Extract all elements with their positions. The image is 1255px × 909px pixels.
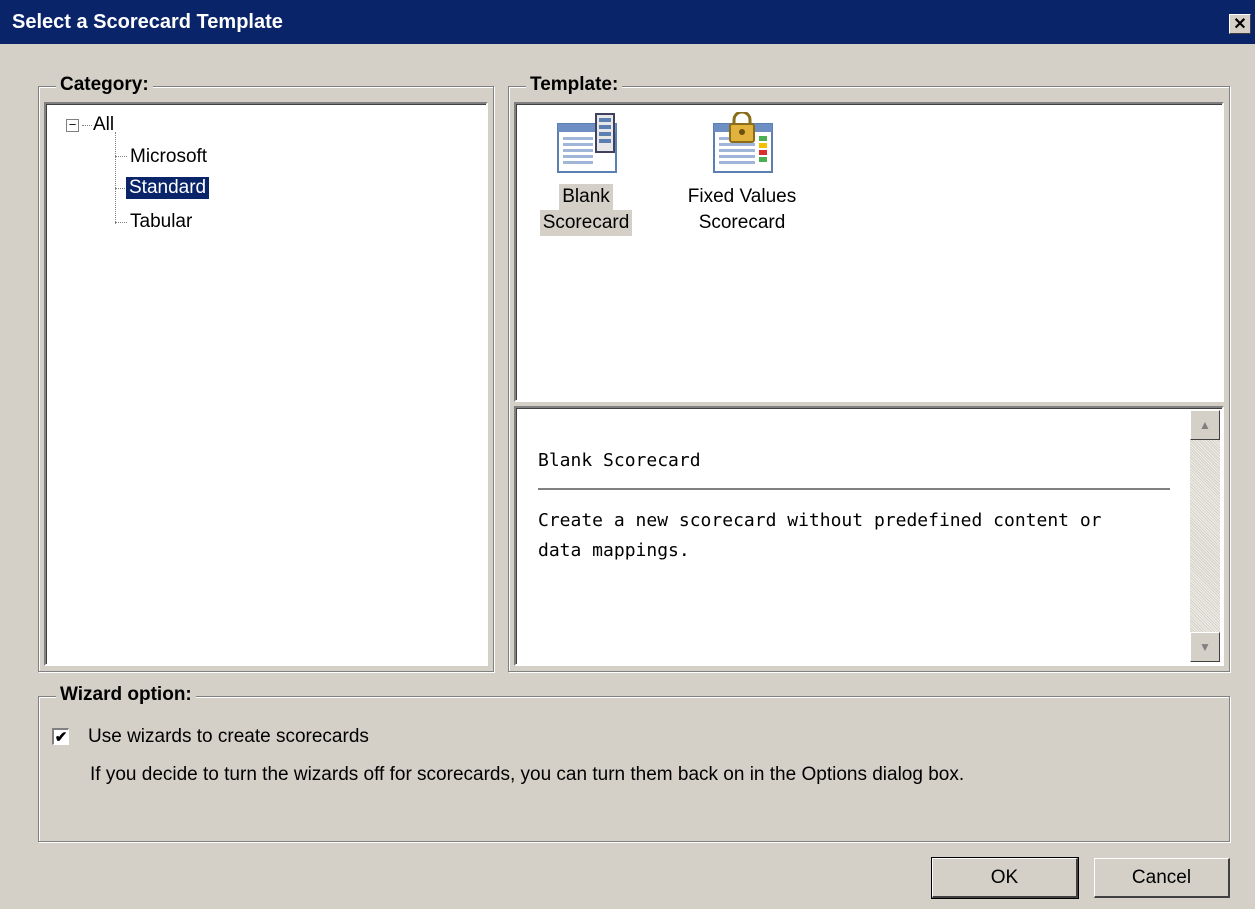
window-title: Select a Scorecard Template (12, 10, 283, 33)
template-item-label: Scorecard (539, 210, 633, 236)
tree-item-microsoft[interactable]: Microsoft (130, 143, 207, 171)
use-wizards-checkbox[interactable]: ✔ (52, 728, 69, 746)
scroll-down-icon: ▼ (1199, 640, 1211, 654)
tree-item-label: All (93, 114, 115, 135)
description-scrollbar[interactable]: ▲ ▼ (1190, 410, 1220, 662)
description-divider (538, 488, 1170, 490)
close-button[interactable]: ✕ (1229, 14, 1251, 34)
description-title: Blank Scorecard (538, 450, 701, 471)
close-icon: ✕ (1233, 16, 1247, 33)
title-bar: Select a Scorecard Template ✕ (0, 0, 1255, 44)
use-wizards-label[interactable]: Use wizards to create scorecards (88, 726, 369, 748)
tree-item-label: Tabular (130, 211, 193, 232)
scroll-up-icon: ▲ (1199, 418, 1211, 432)
wizard-note: If you decide to turn the wizards off fo… (90, 764, 965, 785)
tree-connector (115, 156, 127, 157)
template-item-fixed-values-scorecard[interactable]: Fixed Values Scorecard (684, 110, 800, 236)
description-text-line1: Create a new scorecard without predefine… (538, 510, 1102, 531)
tree-item-label: Microsoft (130, 146, 208, 167)
template-list[interactable]: Blank Scorecard Fixed Values Scorecard (514, 102, 1224, 402)
tree-connector (115, 132, 116, 224)
tree-item-all[interactable]: − All (66, 111, 114, 139)
ok-button[interactable]: OK (931, 857, 1079, 899)
template-item-label: Scorecard (698, 212, 786, 233)
blank-scorecard-icon (557, 113, 617, 173)
category-tree[interactable]: − All Microsoft Standard Tabular (44, 102, 488, 666)
tree-item-label: Standard (126, 177, 210, 199)
category-legend: Category: (56, 74, 153, 96)
tree-connector (115, 222, 127, 223)
template-legend: Template: (526, 74, 623, 96)
template-item-label: Blank (559, 184, 613, 210)
template-item-label: Fixed Values (687, 186, 797, 207)
wizard-legend: Wizard option: (56, 684, 196, 706)
checkmark-icon: ✔ (54, 729, 68, 746)
description-text-line2: data mappings. (538, 540, 690, 561)
collapse-icon[interactable]: − (66, 118, 79, 132)
scroll-down-button[interactable]: ▼ (1190, 632, 1220, 662)
template-description-panel: Blank Scorecard Create a new scorecard w… (514, 406, 1224, 666)
scroll-up-button[interactable]: ▲ (1190, 410, 1220, 440)
template-item-blank-scorecard[interactable]: Blank Scorecard (534, 112, 638, 236)
tree-item-standard[interactable]: Standard (126, 174, 210, 202)
cancel-button[interactable]: Cancel (1094, 858, 1230, 898)
tree-item-tabular[interactable]: Tabular (130, 208, 192, 236)
fixed-values-scorecard-icon (713, 110, 773, 173)
